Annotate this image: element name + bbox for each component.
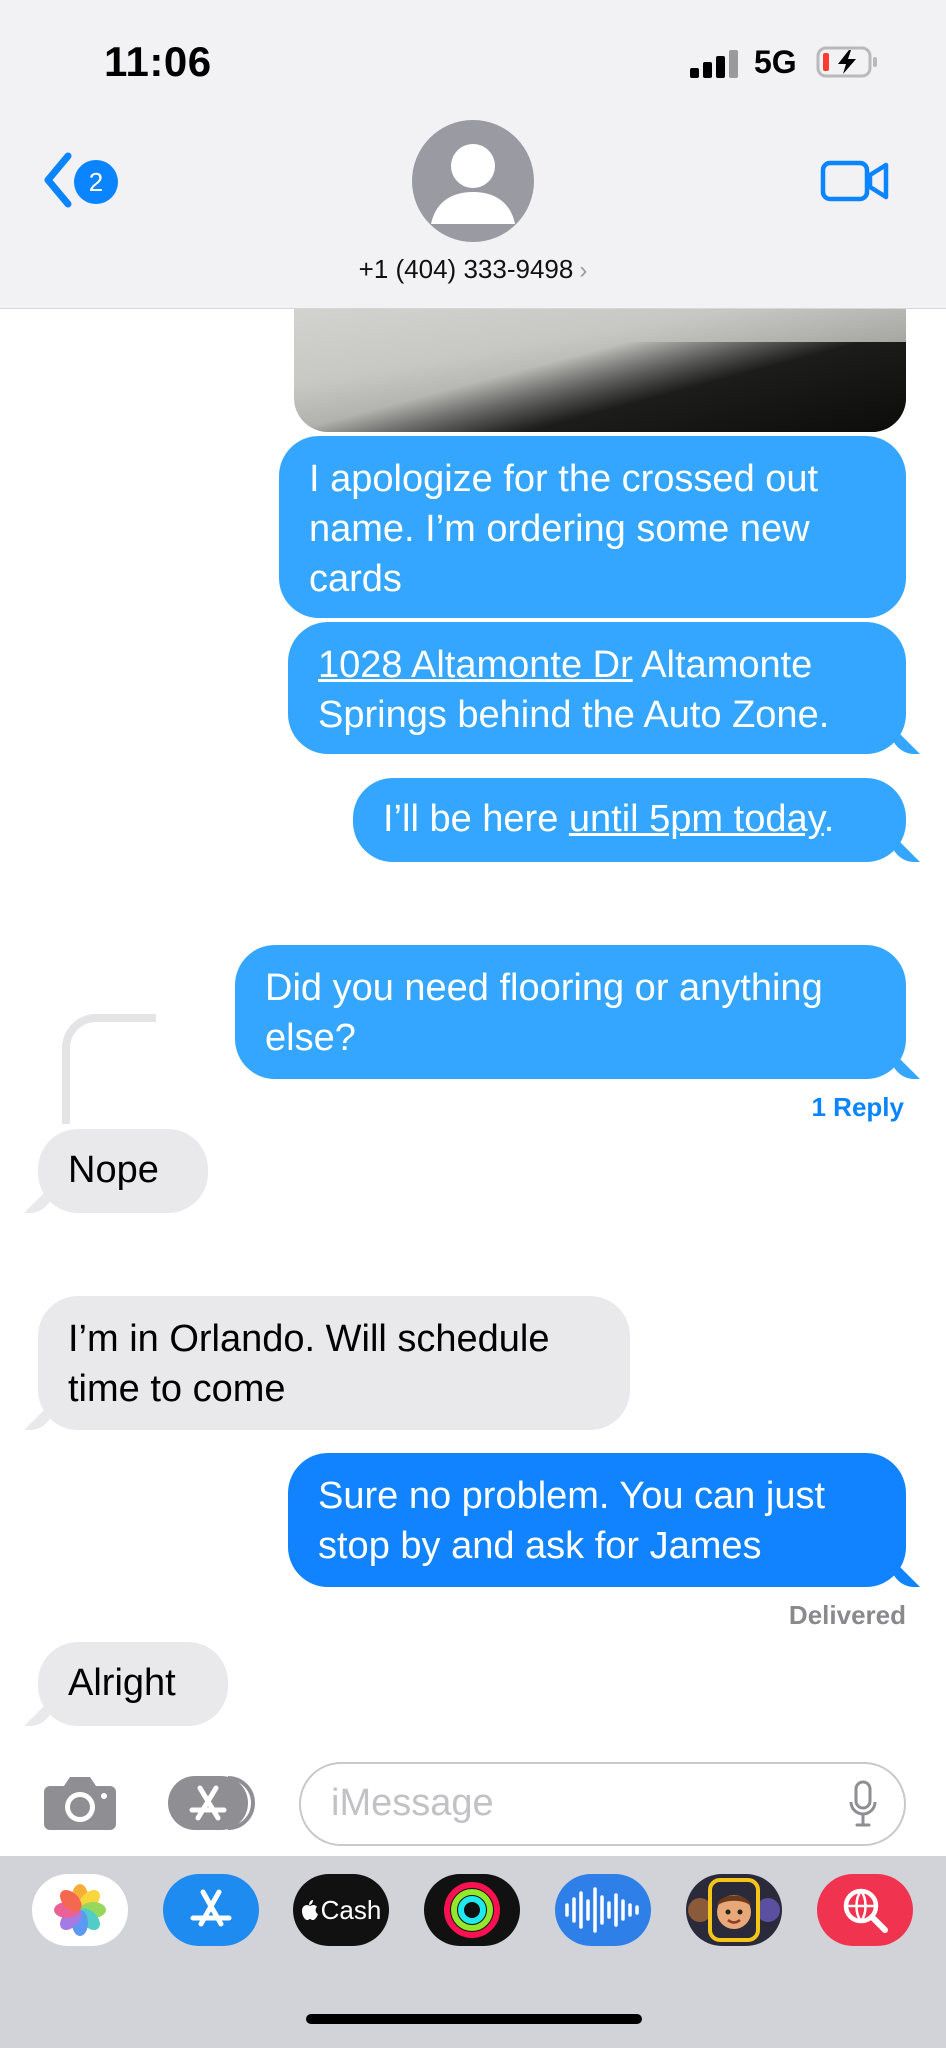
message-bubble-incoming[interactable]: I’m in Orlando. Will schedule time to co… (38, 1296, 630, 1430)
message-bubble-outgoing[interactable]: Did you need flooring or anything else? (235, 945, 906, 1079)
address-link[interactable]: 1028 Altamonte Dr (318, 644, 633, 686)
message-bubble-incoming[interactable]: Nope (38, 1129, 208, 1213)
microphone-icon[interactable] (848, 1780, 878, 1828)
home-indicator[interactable] (306, 2014, 642, 2024)
contact-name[interactable]: +1 (404) 333-9498 › (0, 254, 946, 285)
app-store-app[interactable] (163, 1874, 259, 1946)
message-text: I’ll be here (383, 798, 569, 840)
delivered-status: Delivered (788, 1600, 906, 1630)
person-silhouette-icon (431, 144, 515, 224)
message-bubble-outgoing[interactable]: Sure no problem. You can just stop by an… (288, 1453, 906, 1587)
photos-icon (54, 1884, 106, 1936)
image-search-app[interactable] (817, 1874, 913, 1946)
audio-message-app[interactable] (555, 1874, 651, 1946)
app-store-icon (190, 1889, 232, 1927)
image-search-icon (843, 1888, 888, 1933)
battery-charging-icon (816, 46, 877, 78)
fitness-app[interactable] (424, 1874, 520, 1946)
message-text: Sure no problem. You can just stop by an… (318, 1475, 826, 1567)
facetime-video-icon[interactable] (820, 158, 890, 204)
cash-label: Cash (320, 1894, 382, 1925)
message-text: Did you need flooring or anything else? (265, 967, 823, 1059)
reply-thread-line (62, 1014, 156, 1124)
message-bubble-incoming[interactable]: Alright (38, 1642, 228, 1726)
memoji-app[interactable] (686, 1874, 782, 1946)
message-text: I’m in Orlando. Will schedule time to co… (68, 1318, 550, 1410)
memoji-icon (688, 1878, 780, 1942)
contact-number: +1 (404) 333-9498 (358, 254, 574, 284)
apple-cash-app[interactable]: Cash (293, 1874, 389, 1946)
message-text: Nope (68, 1149, 159, 1191)
message-bubble-outgoing[interactable]: I’ll be here until 5pm today. (353, 778, 906, 862)
back-chevron-icon[interactable] (38, 150, 78, 210)
time-link[interactable]: until 5pm today (569, 798, 824, 840)
contact-avatar[interactable] (412, 120, 534, 242)
message-bubble-outgoing[interactable]: I apologize for the crossed out name. I’… (279, 436, 906, 618)
conversation-header: 11:06 5G 2 +1 (404) 333-9498 › (0, 0, 946, 309)
camera-icon[interactable] (42, 1772, 118, 1832)
message-input-placeholder: iMessage (331, 1782, 494, 1824)
cellular-signal-icon (690, 48, 740, 78)
photos-app[interactable] (32, 1874, 128, 1946)
activity-rings-icon (444, 1882, 500, 1938)
app-store-apps-icon[interactable] (168, 1774, 260, 1832)
unread-badge[interactable]: 2 (74, 160, 118, 204)
message-text: Alright (68, 1662, 176, 1704)
message-text: I apologize for the crossed out name. I’… (309, 458, 819, 600)
message-text: . (823, 798, 835, 840)
audio-waveform-icon (565, 1887, 639, 1933)
network-type: 5G (754, 44, 797, 80)
apple-cash-icon (301, 1900, 318, 1920)
message-input[interactable]: iMessage (299, 1762, 906, 1846)
chevron-right-icon: › (579, 257, 588, 284)
message-bubble-outgoing[interactable]: 1028 Altamonte Dr Altamonte Springs behi… (288, 622, 906, 754)
reply-count-link[interactable]: 1 Reply (812, 1092, 905, 1123)
status-time: 11:06 (104, 38, 212, 85)
